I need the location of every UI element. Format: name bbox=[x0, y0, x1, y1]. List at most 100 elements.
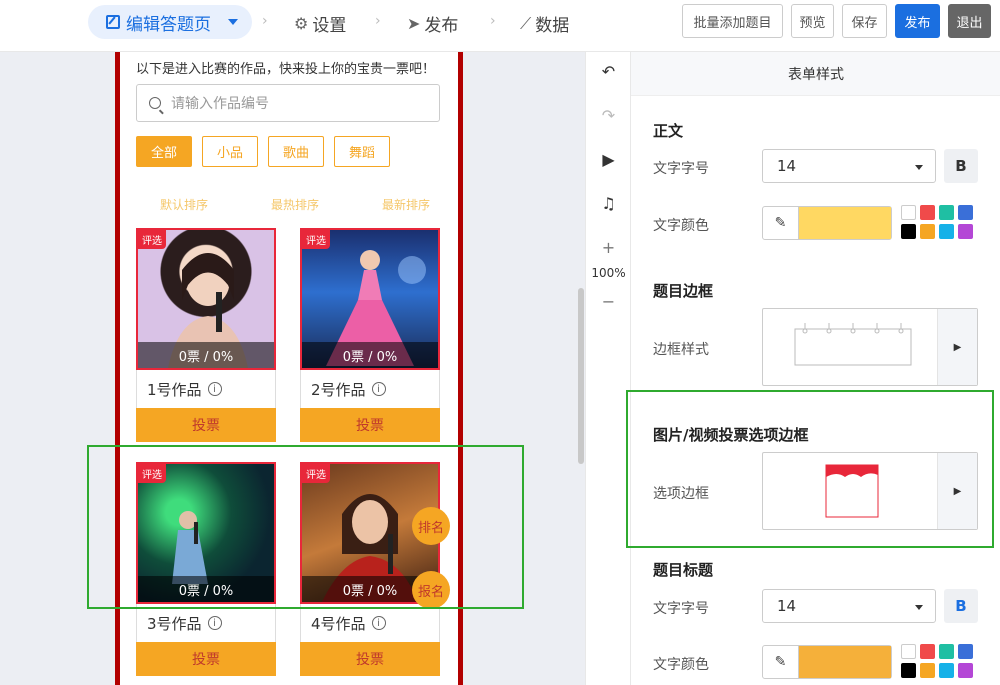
sort-newest[interactable]: 最新排序 bbox=[382, 196, 430, 213]
vote-button[interactable]: 投票 bbox=[300, 408, 440, 442]
redo-icon[interactable]: ↷ bbox=[586, 106, 631, 125]
palette-swatch[interactable] bbox=[901, 224, 916, 239]
font-color-label: 文字颜色 bbox=[653, 218, 709, 234]
vote-count: 0票 / 0% bbox=[138, 342, 274, 368]
canvas-scrollbar[interactable] bbox=[578, 288, 584, 464]
palette-swatch[interactable] bbox=[920, 205, 935, 220]
chevron-down-icon bbox=[915, 605, 923, 610]
entry-card[interactable]: 评选 0票 / 0% 1号作品 i 投票 bbox=[136, 228, 276, 442]
zoom-out-icon[interactable]: − bbox=[586, 292, 631, 311]
palette-swatch[interactable] bbox=[901, 663, 916, 678]
batch-add-button[interactable]: 批量添加题目 bbox=[682, 4, 783, 38]
question-title-section-title: 题目标题 bbox=[653, 561, 714, 579]
palette-swatch[interactable] bbox=[901, 205, 916, 220]
palette-swatch[interactable] bbox=[920, 663, 935, 678]
chart-icon: ⟋ bbox=[520, 13, 532, 33]
preview-button[interactable]: 预览 bbox=[791, 4, 834, 38]
title-font-color-swatch[interactable] bbox=[799, 646, 891, 678]
data-tab[interactable]: ⟋ 数据 bbox=[520, 11, 569, 37]
palette-swatch[interactable] bbox=[958, 224, 973, 239]
border-style-label: 边框样式 bbox=[653, 342, 709, 358]
entry-image: 评选 0票 / 0% bbox=[300, 228, 440, 370]
sort-options: 默认排序 最热排序 最新排序 bbox=[160, 196, 430, 213]
edit-icon bbox=[106, 15, 120, 29]
option-border-picker[interactable]: ▶ bbox=[762, 452, 978, 530]
sort-hottest[interactable]: 最热排序 bbox=[271, 196, 319, 213]
eyedropper-icon[interactable]: ✎ bbox=[763, 646, 799, 678]
undo-icon[interactable]: ↶ bbox=[586, 62, 631, 81]
chevron-right-icon: › bbox=[375, 13, 381, 29]
search-icon bbox=[149, 97, 161, 109]
entry-image: 评选 0票 / 0% bbox=[136, 228, 276, 370]
entry-card[interactable]: 评选 0票 / 0% 2号作品 i 投票 bbox=[300, 228, 440, 442]
option-border-section-title: 图片/视频投票选项边框 bbox=[653, 426, 809, 444]
zoom-in-icon[interactable]: + bbox=[586, 238, 631, 257]
question-border-section-title: 题目边框 bbox=[653, 282, 714, 300]
palette-swatch[interactable] bbox=[958, 663, 973, 678]
chevron-down-icon[interactable] bbox=[228, 19, 238, 25]
publish-tab[interactable]: ➤ 发布 bbox=[407, 11, 458, 36]
chevron-right-icon: › bbox=[490, 13, 496, 29]
info-icon[interactable]: i bbox=[207, 616, 222, 630]
entry-name: 3号作品 i bbox=[136, 604, 276, 642]
save-button[interactable]: 保存 bbox=[842, 4, 887, 38]
title-bold-button[interactable]: B bbox=[944, 589, 978, 623]
body-section-title: 正文 bbox=[653, 122, 684, 140]
filter-dance[interactable]: 舞蹈 bbox=[334, 136, 391, 167]
palette-swatch[interactable] bbox=[939, 205, 954, 220]
sort-default[interactable]: 默认排序 bbox=[160, 196, 208, 213]
font-size-value: 14 bbox=[777, 157, 797, 175]
filter-song[interactable]: 歌曲 bbox=[268, 136, 325, 167]
entry-name: 2号作品 i bbox=[300, 370, 440, 408]
palette-swatch[interactable] bbox=[920, 224, 935, 239]
search-input[interactable]: 请输入作品编号 bbox=[136, 84, 440, 122]
exit-button[interactable]: 退出 bbox=[948, 4, 991, 38]
filter-all[interactable]: 全部 bbox=[136, 136, 193, 167]
selection-tag: 评选 bbox=[138, 230, 166, 249]
info-icon[interactable]: i bbox=[207, 382, 222, 396]
option-border-preview bbox=[825, 464, 879, 518]
settings-label: 设置 bbox=[312, 16, 347, 36]
font-size-label: 文字字号 bbox=[653, 161, 709, 177]
style-panel: 表单样式 正文 文字字号 14 B 文字颜色 ✎ 题目边框 边框样式 ▶ 图片/… bbox=[626, 52, 1000, 685]
entry-name: 4号作品 i bbox=[300, 604, 440, 642]
palette-swatch[interactable] bbox=[939, 644, 954, 659]
chevron-right-icon[interactable]: ▶ bbox=[937, 309, 977, 385]
border-style-picker[interactable]: ▶ bbox=[762, 308, 978, 386]
palette-swatch[interactable] bbox=[958, 644, 973, 659]
title-font-color-picker[interactable]: ✎ bbox=[762, 645, 892, 679]
eyedropper-icon[interactable]: ✎ bbox=[763, 207, 799, 239]
panel-title: 表单样式 bbox=[631, 52, 1000, 96]
filter-sketch[interactable]: 小品 bbox=[202, 136, 259, 167]
settings-tab[interactable]: ⚙ 设置 bbox=[294, 11, 346, 36]
palette-swatch[interactable] bbox=[920, 644, 935, 659]
send-icon: ➤ bbox=[407, 14, 421, 33]
title-font-color-label: 文字颜色 bbox=[653, 657, 709, 673]
publish-button[interactable]: 发布 bbox=[895, 4, 940, 38]
music-icon[interactable]: ♫ bbox=[586, 194, 631, 213]
vote-button[interactable]: 投票 bbox=[300, 642, 440, 676]
palette-swatch[interactable] bbox=[939, 663, 954, 678]
bold-button[interactable]: B bbox=[944, 149, 978, 183]
font-color-picker[interactable]: ✎ bbox=[762, 206, 892, 240]
palette-swatch[interactable] bbox=[901, 644, 916, 659]
play-icon[interactable]: ▶ bbox=[586, 150, 631, 169]
vote-count: 0票 / 0% bbox=[302, 342, 438, 368]
vote-button[interactable]: 投票 bbox=[136, 642, 276, 676]
chevron-right-icon[interactable]: ▶ bbox=[937, 453, 977, 529]
edit-page-label: 编辑答题页 bbox=[126, 14, 211, 35]
gear-icon: ⚙ bbox=[294, 14, 309, 33]
font-color-swatch[interactable] bbox=[799, 207, 891, 239]
title-font-size-select[interactable]: 14 bbox=[762, 589, 936, 623]
title-font-size-label: 文字字号 bbox=[653, 601, 709, 617]
font-size-select[interactable]: 14 bbox=[762, 149, 936, 183]
palette-swatch[interactable] bbox=[939, 224, 954, 239]
info-icon[interactable]: i bbox=[371, 616, 386, 630]
vote-button[interactable]: 投票 bbox=[136, 408, 276, 442]
category-filters: 全部 小品 歌曲 舞蹈 bbox=[136, 136, 391, 167]
selection-tag: 评选 bbox=[302, 230, 330, 249]
palette-swatch[interactable] bbox=[958, 205, 973, 220]
color-palette bbox=[901, 205, 973, 239]
edit-page-tab[interactable]: 编辑答题页 bbox=[88, 5, 252, 39]
info-icon[interactable]: i bbox=[371, 382, 386, 396]
